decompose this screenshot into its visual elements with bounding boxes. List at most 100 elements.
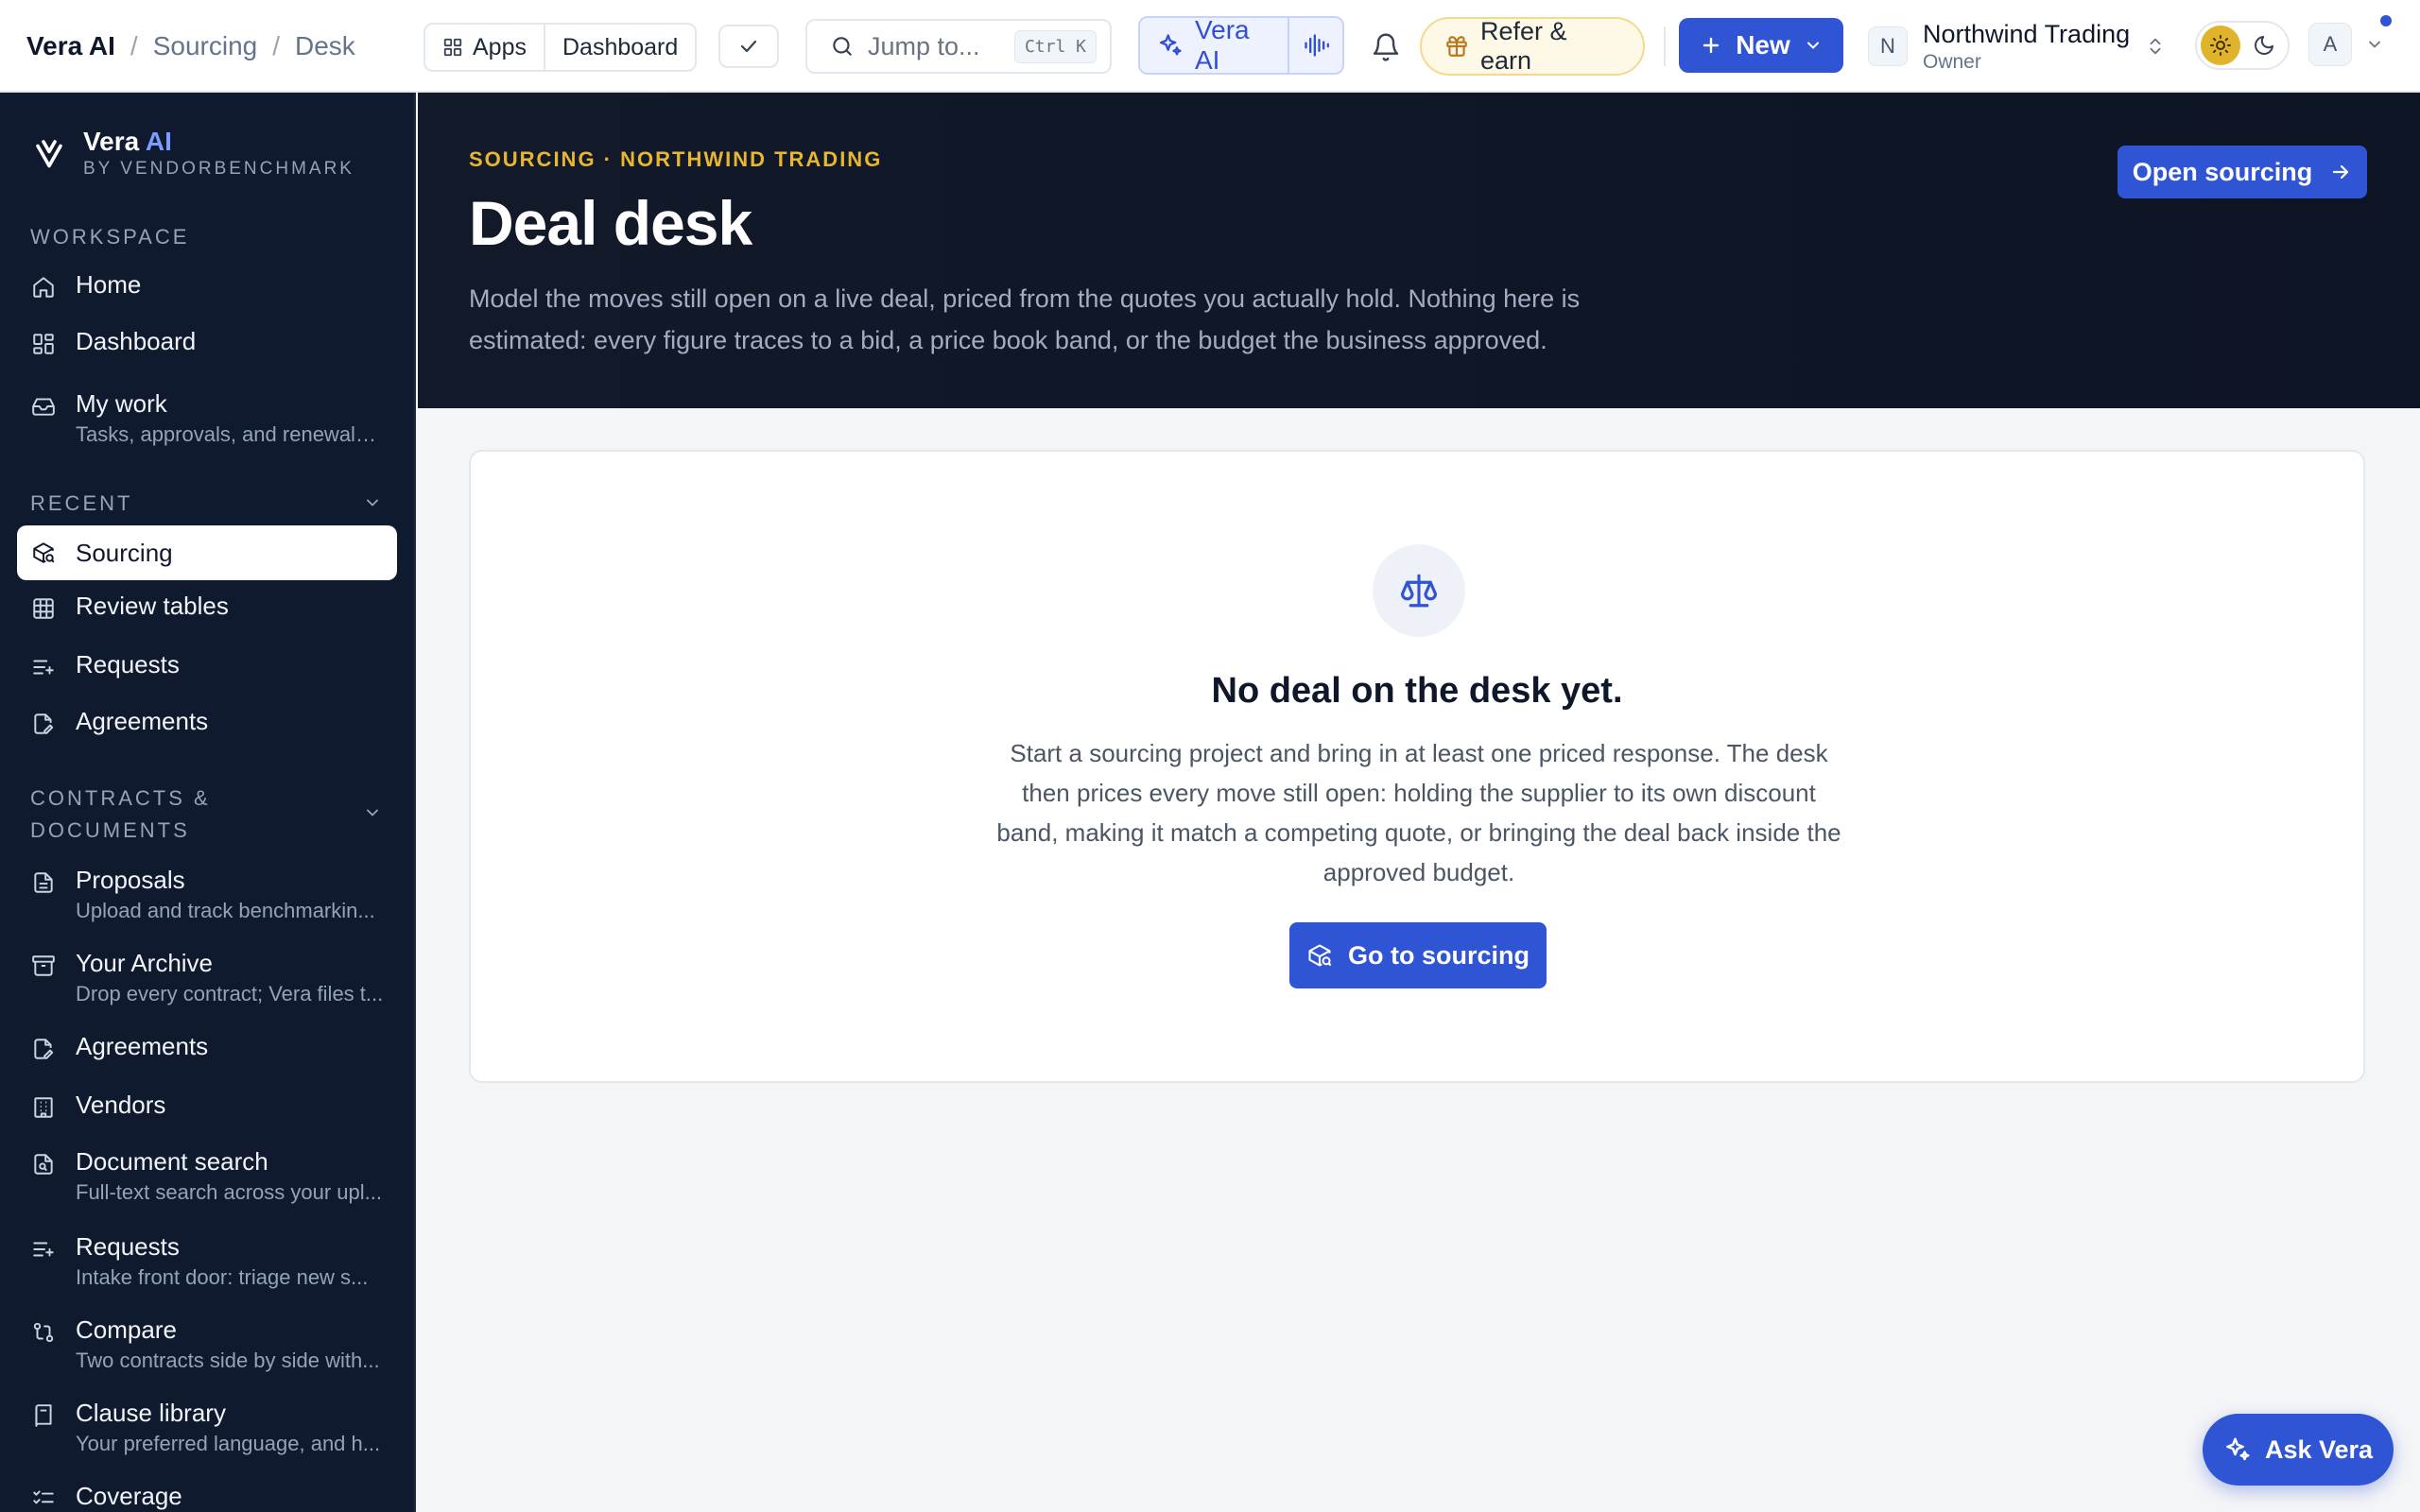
org-name: Northwind Trading [1923, 19, 2131, 48]
new-button[interactable]: New [1679, 18, 1843, 73]
sidebar-item-label: Dashboard [76, 327, 197, 355]
breadcrumb: Vera AI / Sourcing / Desk [26, 0, 355, 93]
table-icon [30, 595, 57, 622]
page-title: Deal desk [469, 188, 752, 258]
sidebar-item-label: Coverage [76, 1482, 182, 1510]
page-header: SOURCING · NORTHWIND TRADING Deal desk M… [418, 93, 2420, 408]
breadcrumb-sourcing[interactable]: Sourcing [153, 31, 258, 61]
sidebar-item-requests-2[interactable]: Requests Intake front door: triage new s… [17, 1232, 397, 1290]
open-sourcing-button[interactable]: Open sourcing [2118, 146, 2367, 198]
breadcrumb-desk: Desk [295, 31, 355, 60]
sidebar-item-desc: Drop every contract; Vera files t... [76, 982, 384, 1005]
scale-icon [1373, 544, 1465, 637]
list-check-icon [30, 1486, 57, 1512]
sidebar-item-desc: Full-text search across your upl... [76, 1180, 383, 1204]
org-info: Northwind Trading Owner [1923, 20, 2130, 74]
vera-ai-button[interactable]: Vera AI [1140, 18, 1288, 73]
sidebar-item-label: Proposals [76, 866, 185, 894]
file-text-icon [30, 869, 57, 896]
ask-vera-button[interactable]: Ask Vera [2203, 1414, 2394, 1486]
package-search-icon [1306, 942, 1333, 969]
sidebar-item-review-tables[interactable]: Review tables [17, 592, 397, 622]
bell-icon [1371, 32, 1401, 62]
sidebar-item-compare[interactable]: Compare Two contracts side by side with.… [17, 1315, 397, 1373]
sidebar-item-sourcing[interactable]: Sourcing [17, 525, 397, 580]
sidebar-item-coverage[interactable]: Coverage [17, 1482, 397, 1512]
waveform-icon [1303, 32, 1329, 59]
go-to-sourcing-button[interactable]: Go to sourcing [1289, 922, 1547, 988]
sidebar-item-requests[interactable]: Requests [17, 650, 397, 680]
arrow-right-icon [2329, 161, 2352, 183]
sparkle-icon [2223, 1435, 2252, 1464]
file-search-icon [30, 1151, 57, 1177]
empty-state-card: No deal on the desk yet. Start a sourcin… [469, 450, 2365, 1083]
section-workspace: WORKSPACE [30, 225, 190, 249]
sidebar-item-home[interactable]: Home [17, 270, 397, 301]
refer-earn-button[interactable]: Refer & earn [1420, 17, 1645, 76]
search-icon [830, 34, 855, 59]
brand-subtitle: BY VENDORBENCHMARK [83, 159, 354, 179]
sidebar-item-desc: Two contracts side by side with... [76, 1349, 380, 1372]
org-switcher[interactable]: N Northwind Trading Owner [1868, 13, 2166, 79]
sidebar-item-clause-library[interactable]: Clause library Your preferred language, … [17, 1399, 397, 1456]
sidebar-item-proposals[interactable]: Proposals Upload and track benchmarkin..… [17, 866, 397, 923]
voice-button[interactable] [1288, 18, 1342, 73]
sidebar-item-dashboard[interactable]: Dashboard [17, 327, 397, 357]
sidebar-item-agreements[interactable]: Agreements [17, 707, 397, 737]
theme-toggle[interactable] [2195, 21, 2290, 70]
brand-text: Vera AI BY VENDORBENCHMARK [83, 127, 354, 180]
jump-to-search[interactable]: Jump to... Ctrl K [805, 19, 1112, 74]
vera-ai-button-group: Vera AI [1138, 16, 1344, 75]
open-sourcing-label: Open sourcing [2132, 157, 2313, 186]
sidebar-item-vendors[interactable]: Vendors [17, 1091, 397, 1121]
sidebar-item-label: Agreements [76, 707, 209, 735]
refer-label: Refer & earn [1480, 17, 1567, 75]
section-contracts-documents[interactable]: CONTRACTS & DOCUMENTS [30, 782, 211, 847]
vera-logo-icon [32, 136, 66, 170]
list-plus-icon [30, 1236, 57, 1263]
sidebar-item-my-work[interactable]: My work Tasks, approvals, and renewals .… [17, 389, 397, 447]
sun-icon[interactable] [2201, 26, 2240, 65]
sidebar-item-agreements-2[interactable]: Agreements [17, 1032, 397, 1062]
dashboard-button[interactable]: Dashboard [543, 25, 695, 70]
breadcrumb-root[interactable]: Vera AI [26, 31, 115, 61]
sidebar-item-desc: Intake front door: triage new s... [76, 1265, 369, 1289]
brand-name-accent: AI [145, 127, 172, 156]
file-pen-icon [30, 711, 57, 737]
sidebar-item-desc: Upload and track benchmarkin... [76, 899, 375, 922]
notifications-button[interactable] [1363, 25, 1409, 70]
empty-state-title: No deal on the desk yet. [1211, 671, 1623, 711]
sidebar-item-label: Document search [76, 1147, 268, 1176]
go-to-sourcing-label: Go to sourcing [1348, 940, 1530, 970]
brand[interactable]: Vera AI BY VENDORBENCHMARK [32, 127, 354, 180]
moon-icon[interactable] [2244, 26, 2284, 65]
tasks-check-button[interactable] [718, 25, 779, 68]
chevron-down-icon [2365, 35, 2384, 54]
org-role: Owner [1923, 50, 1981, 73]
user-avatar: A [2308, 23, 2352, 66]
sidebar-item-label: Compare [76, 1315, 177, 1344]
sidebar-item-label: Clause library [76, 1399, 226, 1427]
sidebar-item-label: Sourcing [76, 538, 173, 567]
org-avatar: N [1868, 26, 1908, 66]
chevron-down-icon[interactable] [363, 493, 382, 512]
sidebar: Vera AI BY VENDORBENCHMARK WORKSPACE Hom… [0, 93, 416, 1512]
dashboard-label: Dashboard [562, 33, 679, 60]
page-eyebrow: SOURCING · NORTHWIND TRADING [469, 147, 883, 171]
sidebar-item-label: Your Archive [76, 949, 214, 977]
sidebar-item-desc: Your preferred language, and h... [76, 1432, 381, 1455]
chevron-down-icon[interactable] [363, 803, 382, 822]
empty-state-description: Start a sourcing project and bring in at… [996, 739, 1841, 886]
list-plus-icon [30, 654, 57, 680]
user-menu[interactable]: A [2308, 23, 2384, 66]
search-placeholder: Jump to... [868, 31, 980, 60]
sidebar-item-your-archive[interactable]: Your Archive Drop every contract; Vera f… [17, 949, 397, 1006]
apps-button[interactable]: Apps [425, 25, 544, 70]
section-contracts-line1: CONTRACTS & [30, 786, 211, 810]
sidebar-item-label: Review tables [76, 592, 229, 620]
grid-icon [442, 37, 463, 58]
top-bar: Vera AI / Sourcing / Desk Apps Dashboard… [0, 0, 2420, 93]
section-recent[interactable]: RECENT [30, 491, 132, 516]
sidebar-item-document-search[interactable]: Document search Full-text search across … [17, 1147, 397, 1205]
home-icon [30, 274, 57, 301]
